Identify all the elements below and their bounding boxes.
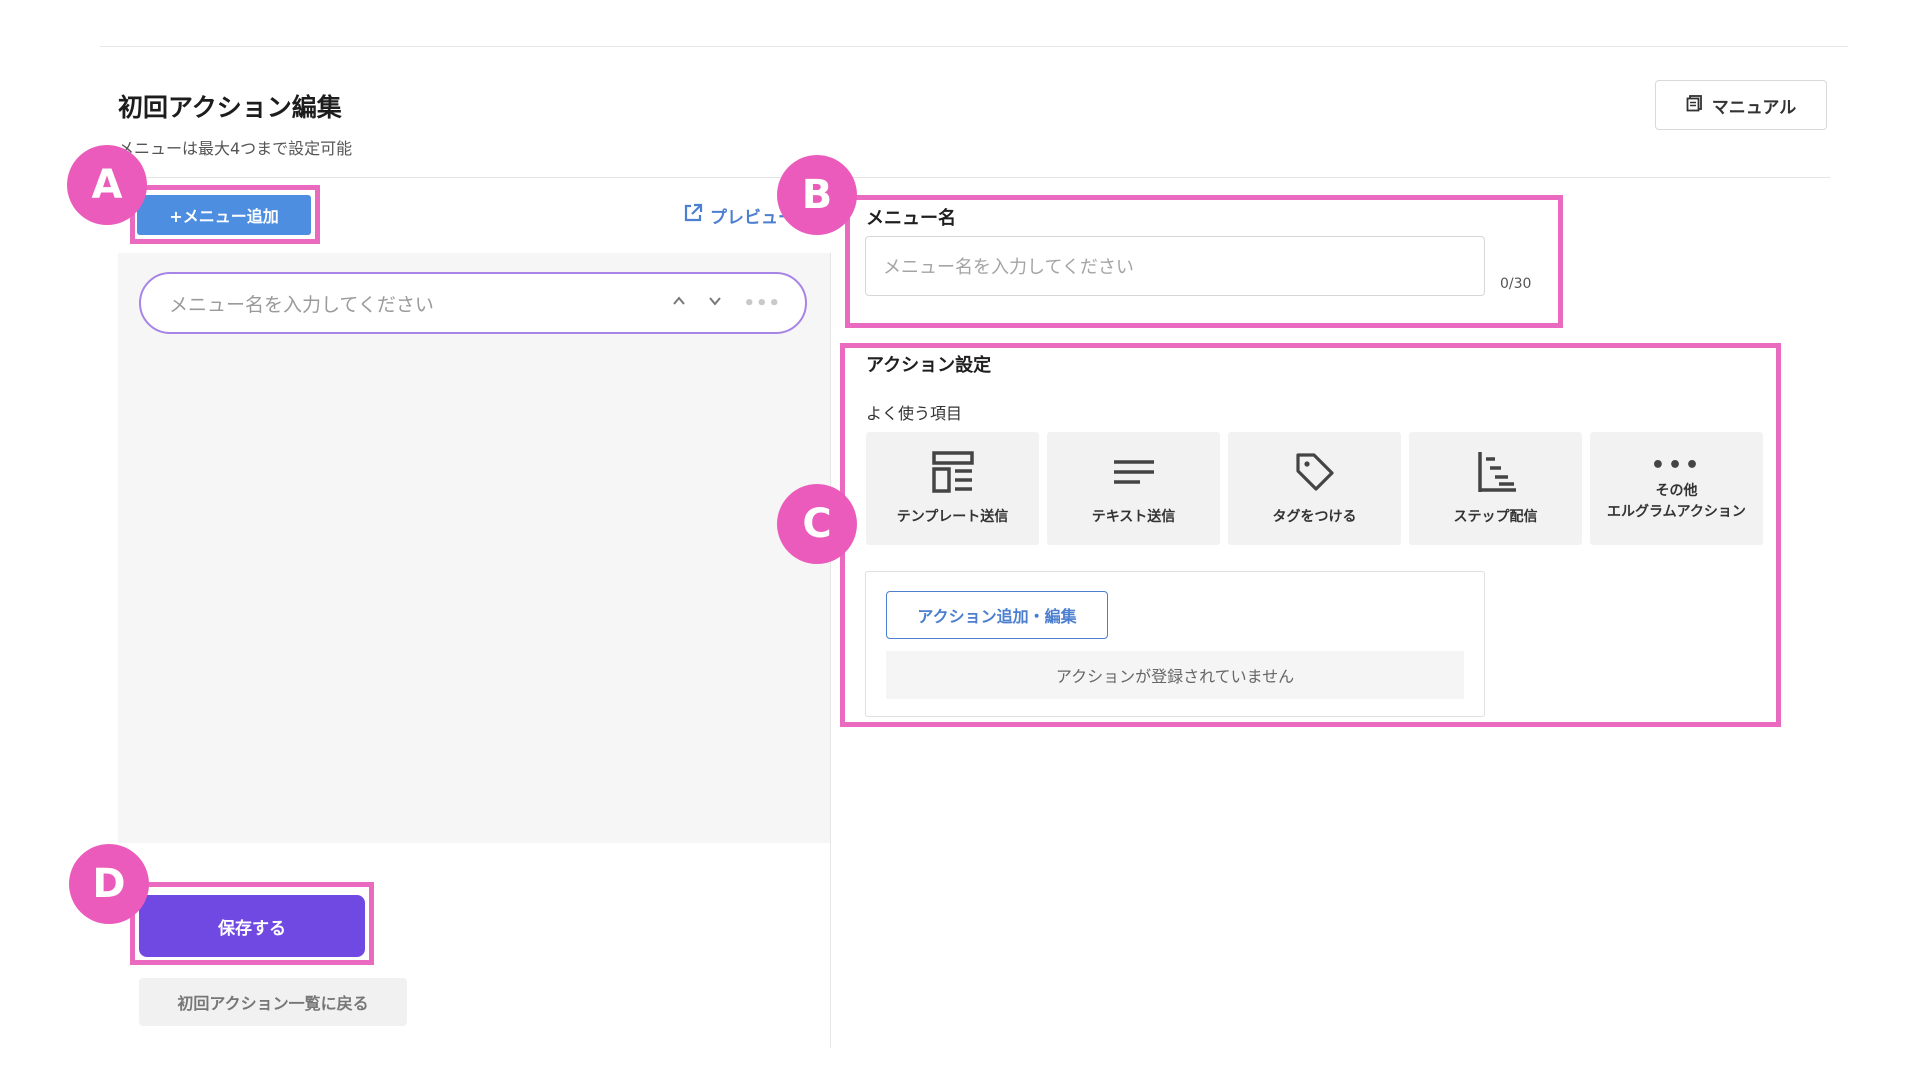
back-to-list-button[interactable]: 初回アクション一覧に戻る <box>139 978 407 1026</box>
annotation-box-a <box>130 185 320 244</box>
menu-list-panel <box>118 253 830 843</box>
header-divider <box>118 177 1830 178</box>
external-link-icon <box>682 202 704 229</box>
chevron-down-icon[interactable] <box>707 293 723 313</box>
annotation-badge-a: A <box>67 145 147 225</box>
book-icon <box>1686 94 1704 117</box>
more-options-icon[interactable]: ••• <box>743 293 781 314</box>
annotation-badge-d: D <box>69 844 149 924</box>
annotation-box-b <box>845 195 1563 328</box>
annotation-badge-c: C <box>777 484 857 564</box>
manual-button-label: マニュアル <box>1711 97 1797 118</box>
menu-item-placeholder: メニュー名を入力してください <box>169 293 434 316</box>
manual-button[interactable]: マニュアル <box>1655 80 1827 130</box>
top-divider <box>100 46 1848 47</box>
page-subtitle: メニューは最大4つまで設定可能 <box>118 139 353 158</box>
menu-item-row[interactable]: メニュー名を入力してください ••• <box>139 272 807 334</box>
annotation-box-c <box>840 343 1781 727</box>
page-title: 初回アクション編集 <box>118 93 342 122</box>
panel-divider <box>830 253 831 1048</box>
annotation-box-d <box>130 882 374 965</box>
annotation-badge-b: B <box>777 155 857 235</box>
chevron-up-icon[interactable] <box>671 293 687 313</box>
